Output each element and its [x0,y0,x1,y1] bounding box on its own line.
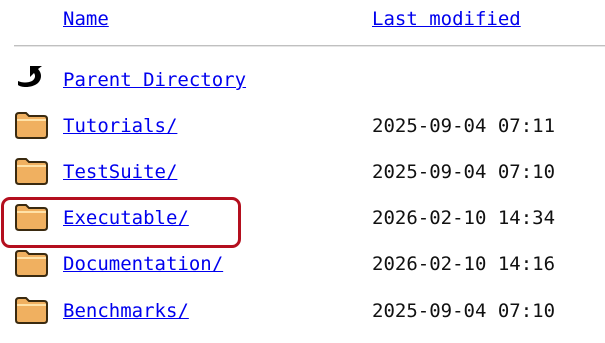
directory-row: TestSuite/ 2025-09-04 07:10 [0,156,605,186]
directory-row: Documentation/ 2026-02-10 14:16 [0,248,605,278]
directory-link-documentation[interactable]: Documentation/ [63,251,223,277]
directory-link-tutorials[interactable]: Tutorials/ [63,113,177,139]
last-modified-value: 2025-09-04 07:11 [372,115,556,137]
last-modified-value: 2026-02-10 14:16 [372,253,556,275]
folder-icon [14,156,50,186]
directory-row: Tutorials/ 2025-09-04 07:11 [0,110,605,140]
column-header-name[interactable]: Name [63,6,109,32]
header-divider [14,45,605,47]
parent-directory-link[interactable]: Parent Directory [63,67,246,93]
parent-directory-row: Parent Directory [0,64,605,94]
directory-link-benchmarks[interactable]: Benchmarks/ [63,298,189,324]
folder-icon [14,295,50,325]
last-modified-value: 2025-09-04 07:10 [372,300,556,322]
directory-link-testsuite[interactable]: TestSuite/ [63,159,177,185]
last-modified-value: 2025-09-04 07:10 [372,161,556,183]
highlight-annotation-box [1,197,241,248]
back-arrow-icon [14,64,50,94]
column-header-last-modified[interactable]: Last modified [372,6,521,32]
folder-icon [14,110,50,140]
directory-row: Benchmarks/ 2025-09-04 07:10 [0,295,605,325]
folder-icon [14,248,50,278]
last-modified-value: 2026-02-10 14:34 [372,207,556,229]
